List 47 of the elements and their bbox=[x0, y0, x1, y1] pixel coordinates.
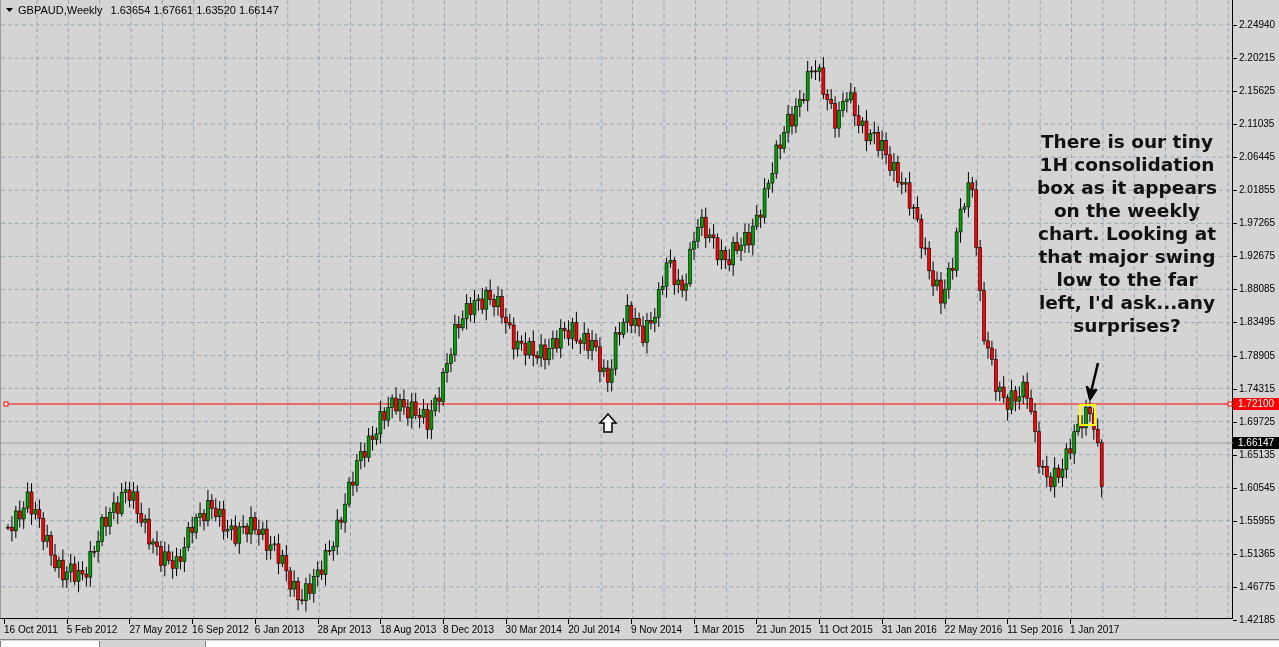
consolidation-box bbox=[1079, 404, 1096, 426]
price-tick-label: 2.11035 bbox=[1239, 118, 1275, 131]
price-tick-label: 1.74315 bbox=[1239, 382, 1276, 395]
price-tick-label: 1.97265 bbox=[1239, 217, 1276, 230]
date-tick-label: 9 Nov 2014 bbox=[631, 624, 683, 636]
price-tick-label: 1.69725 bbox=[1239, 415, 1276, 428]
price-marker-label: 1.66147 bbox=[1233, 437, 1279, 449]
ohlc-values: 1.63654 1.67661 1.63520 1.66147 bbox=[110, 3, 279, 18]
price-tick-label: 1.65135 bbox=[1239, 448, 1276, 461]
date-tick-label: 8 Dec 2013 bbox=[442, 624, 495, 636]
date-tick-label: 27 May 2012 bbox=[129, 624, 188, 636]
date-tick-label: 5 Feb 2012 bbox=[66, 624, 118, 636]
date-tick-label: 30 Mar 2014 bbox=[505, 624, 562, 636]
date-tick-label: 28 Apr 2013 bbox=[317, 624, 372, 636]
down-arrow-drawing bbox=[1085, 361, 1100, 401]
price-marker-label: 1.72100 bbox=[1233, 398, 1279, 410]
price-tick-label: 1.51365 bbox=[1239, 547, 1276, 560]
hollow-up-arrow-drawing bbox=[598, 412, 618, 433]
date-tick-label: 18 Aug 2013 bbox=[380, 624, 437, 636]
price-tick-label: 2.15625 bbox=[1239, 85, 1276, 98]
price-tick-label: 1.42185 bbox=[1239, 613, 1276, 626]
price-tick-label: 1.78905 bbox=[1239, 349, 1276, 362]
caret-icon[interactable] bbox=[6, 8, 13, 13]
price-tick-label: 1.83495 bbox=[1239, 316, 1276, 329]
horizontal-level-line[interactable] bbox=[3, 401, 1233, 407]
price-tick-label: 1.88085 bbox=[1239, 283, 1276, 296]
date-tick-label: 11 Oct 2015 bbox=[819, 624, 873, 636]
price-tick-label: 1.55955 bbox=[1239, 514, 1276, 527]
price-tick-label: 2.06445 bbox=[1239, 151, 1276, 164]
date-tick-label: 16 Oct 2011 bbox=[4, 624, 58, 636]
date-tick-label: 1 Jan 2017 bbox=[1069, 624, 1120, 636]
date-tick-label: 1 Mar 2015 bbox=[693, 624, 745, 636]
date-tick-label: 20 Jul 2014 bbox=[568, 624, 620, 636]
price-tick-label: 1.60545 bbox=[1239, 481, 1276, 494]
date-tick-label: 16 Sep 2012 bbox=[192, 624, 249, 636]
date-tick-label: 31 Jan 2016 bbox=[881, 624, 937, 636]
price-tick-label: 1.46775 bbox=[1239, 580, 1276, 593]
price-tick-label: 2.20215 bbox=[1239, 52, 1276, 65]
date-tick-label: 11 Sep 2016 bbox=[1007, 624, 1064, 636]
price-tick-label: 2.01855 bbox=[1239, 184, 1276, 197]
date-tick-label: 22 May 2016 bbox=[944, 624, 1003, 636]
date-tick-label: 21 Jun 2015 bbox=[756, 624, 812, 636]
date-tick-label: 6 Jan 2013 bbox=[254, 624, 305, 636]
price-tick-label: 2.24940 bbox=[1239, 19, 1276, 31]
price-tick-label: 1.92675 bbox=[1239, 250, 1276, 263]
chart-symbol: GBPAUD,Weekly bbox=[18, 3, 103, 18]
annotation-text: There is our tiny 1H consolidation box as it appears on the weekly chart. Looking at that major swing low to the far left, I'd ask...any surprises? bbox=[1036, 130, 1218, 337]
